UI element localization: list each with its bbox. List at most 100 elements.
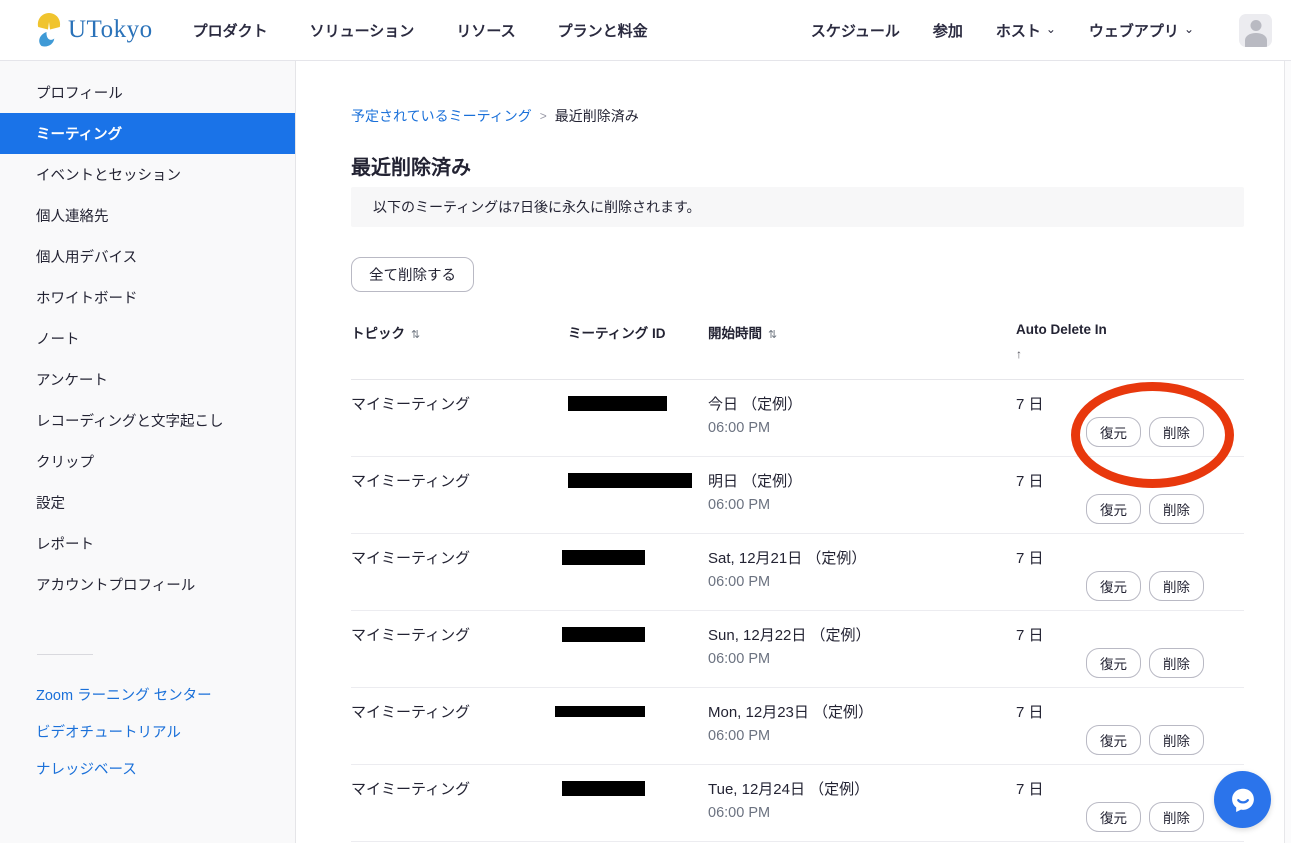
meeting-date: Tue, 12月24日 （定例） (708, 778, 1016, 799)
restore-button[interactable]: 復元 (1086, 417, 1141, 447)
redacted-meeting-id (568, 473, 692, 488)
meeting-date: Mon, 12月23日 （定例） (708, 701, 1016, 722)
redacted-meeting-id (562, 627, 645, 642)
restore-button[interactable]: 復元 (1086, 571, 1141, 601)
nav-item-host[interactable]: ホスト ⌄ (996, 20, 1056, 41)
restore-button[interactable]: 復元 (1086, 725, 1141, 755)
table-row: マイミーティング 今日 （定例） 06:00 PM 7 日 復元 削除 (351, 380, 1244, 457)
sidebar-item-personal-devices[interactable]: 個人用デバイス (0, 236, 295, 277)
avatar[interactable] (1239, 14, 1272, 47)
nav-item-solutions[interactable]: ソリューション (310, 20, 415, 41)
sidebar-link-learning-center[interactable]: Zoom ラーニング センター (0, 676, 295, 713)
delete-button[interactable]: 削除 (1149, 802, 1204, 832)
chevron-down-icon: ⌄ (1046, 22, 1056, 36)
meeting-topic: マイミーティング (351, 778, 568, 841)
meeting-time: 06:00 PM (708, 420, 1016, 436)
main-content: 予定されているミーティング > 最近削除済み 最近削除済み 以下のミーティングは… (296, 61, 1291, 843)
meeting-topic: マイミーティング (351, 470, 568, 533)
meeting-time: 06:00 PM (708, 574, 1016, 590)
sidebar-item-meetings[interactable]: ミーティング (0, 113, 295, 154)
meeting-topic: マイミーティング (351, 624, 568, 687)
redacted-meeting-id (555, 706, 645, 717)
page-title: 最近削除済み (351, 155, 1244, 181)
table-row: マイミーティング Mon, 12月23日 （定例） 06:00 PM 7 日 復… (351, 688, 1244, 765)
delete-button[interactable]: 削除 (1149, 571, 1204, 601)
meeting-date: Sun, 12月22日 （定例） (708, 624, 1016, 645)
table-row: マイミーティング Sat, 12月21日 （定例） 06:00 PM 7 日 復… (351, 534, 1244, 611)
delete-button[interactable]: 削除 (1149, 648, 1204, 678)
sort-ascending-icon[interactable]: ↑ (1016, 347, 1244, 361)
redacted-meeting-id (562, 550, 645, 565)
sidebar-item-notes[interactable]: ノート (0, 318, 295, 359)
sort-icon[interactable]: ⇅ (411, 329, 420, 341)
sidebar-item-settings[interactable]: 設定 (0, 482, 295, 523)
sidebar-item-account-profile[interactable]: アカウントプロフィール (0, 564, 295, 605)
restore-button[interactable]: 復元 (1086, 648, 1141, 678)
delete-button[interactable]: 削除 (1149, 494, 1204, 524)
sidebar-item-profile[interactable]: プロフィール (0, 72, 295, 113)
meeting-date: 明日 （定例） (708, 470, 1016, 491)
table-header: トピック ⇅ ミーティング ID 開始時間 ⇅ Auto Delete In ↑ (351, 322, 1244, 380)
table-row: マイミーティング Sun, 12月22日 （定例） 06:00 PM 7 日 復… (351, 611, 1244, 688)
nav-right-menu: スケジュール 参加 ホスト ⌄ ウェブアプリ ⌄ (811, 14, 1291, 47)
meeting-date: 今日 （定例） (708, 393, 1016, 414)
meeting-topic: マイミーティング (351, 393, 568, 456)
sidebar-item-clips[interactable]: クリップ (0, 441, 295, 482)
table-body: マイミーティング 今日 （定例） 06:00 PM 7 日 復元 削除 マイミー… (351, 380, 1244, 842)
column-header-auto-delete-label: Auto Delete In (1016, 322, 1107, 337)
meeting-time: 06:00 PM (708, 805, 1016, 821)
meeting-time: 06:00 PM (708, 651, 1016, 667)
delete-button[interactable]: 削除 (1149, 725, 1204, 755)
delete-all-button[interactable]: 全て削除する (351, 257, 474, 292)
column-header-start-time-label: 開始時間 (708, 326, 762, 341)
auto-delete-notice: 以下のミーティングは7日後に永久に削除されます。 (351, 187, 1244, 227)
scrollbar-track[interactable] (1284, 61, 1291, 843)
nav-left-menu: プロダクト ソリューション リソース プランと料金 (193, 20, 648, 41)
sidebar: プロフィール ミーティング イベントとセッション 個人連絡先 個人用デバイス ホ… (0, 61, 296, 843)
nav-item-web-app-label: ウェブアプリ (1089, 20, 1179, 41)
table-row: マイミーティング Tue, 12月24日 （定例） 06:00 PM 7 日 復… (351, 765, 1244, 842)
chat-bubble-icon (1227, 784, 1259, 816)
column-header-start-time: 開始時間 ⇅ (708, 322, 1016, 369)
utokyo-logo-icon (34, 12, 64, 48)
column-header-topic: トピック ⇅ (351, 322, 568, 369)
meeting-date: Sat, 12月21日 （定例） (708, 547, 1016, 568)
chevron-down-icon: ⌄ (1184, 22, 1194, 36)
chat-widget-button[interactable] (1214, 771, 1271, 828)
nav-item-join[interactable]: 参加 (933, 20, 963, 41)
column-header-meeting-id: ミーティング ID (568, 322, 708, 369)
nav-item-plans-pricing[interactable]: プランと料金 (558, 20, 648, 41)
table-row: マイミーティング 明日 （定例） 06:00 PM 7 日 復元 削除 (351, 457, 1244, 534)
breadcrumb-separator-icon: > (540, 109, 547, 123)
sidebar-item-personal-contacts[interactable]: 個人連絡先 (0, 195, 295, 236)
sidebar-link-knowledge-base[interactable]: ナレッジベース (0, 750, 295, 787)
meeting-time: 06:00 PM (708, 728, 1016, 744)
redacted-meeting-id (568, 396, 667, 411)
sidebar-item-reports[interactable]: レポート (0, 523, 295, 564)
restore-button[interactable]: 復元 (1086, 494, 1141, 524)
column-header-auto-delete: Auto Delete In ↑ (1016, 322, 1244, 369)
nav-item-products[interactable]: プロダクト (193, 20, 268, 41)
sidebar-item-whiteboards[interactable]: ホワイトボード (0, 277, 295, 318)
breadcrumb-upcoming-meetings-link[interactable]: 予定されているミーティング (351, 106, 532, 126)
sidebar-divider (37, 654, 93, 655)
nav-item-schedule[interactable]: スケジュール (811, 20, 900, 41)
sidebar-item-surveys[interactable]: アンケート (0, 359, 295, 400)
top-navigation: UTokyo プロダクト ソリューション リソース プランと料金 スケジュール … (0, 0, 1291, 61)
meeting-topic: マイミーティング (351, 547, 568, 610)
delete-button[interactable]: 削除 (1149, 417, 1204, 447)
breadcrumb: 予定されているミーティング > 最近削除済み (351, 106, 1244, 126)
logo-wordmark: UTokyo (68, 16, 153, 44)
nav-item-resources[interactable]: リソース (456, 20, 515, 41)
nav-item-web-app[interactable]: ウェブアプリ ⌄ (1089, 20, 1194, 41)
sidebar-item-recordings-transcripts[interactable]: レコーディングと文字起こし (0, 400, 295, 441)
column-header-topic-label: トピック (351, 326, 405, 341)
nav-item-host-label: ホスト (996, 20, 1041, 41)
sidebar-item-events-sessions[interactable]: イベントとセッション (0, 154, 295, 195)
restore-button[interactable]: 復元 (1086, 802, 1141, 832)
sidebar-link-video-tutorials[interactable]: ビデオチュートリアル (0, 713, 295, 750)
redacted-meeting-id (562, 781, 645, 796)
utokyo-logo[interactable]: UTokyo (34, 12, 153, 48)
sort-icon[interactable]: ⇅ (768, 329, 777, 341)
meeting-topic: マイミーティング (351, 701, 568, 764)
